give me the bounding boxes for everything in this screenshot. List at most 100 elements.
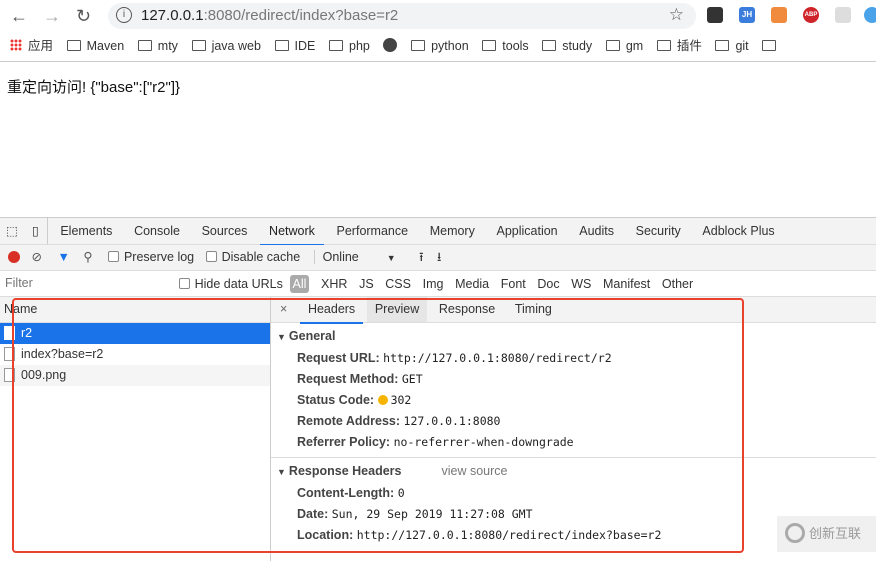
bookmark-star-icon[interactable]: ☆	[669, 5, 684, 25]
back-icon[interactable]: ←	[10, 6, 28, 27]
request-row[interactable]: index?base=r2	[0, 344, 270, 365]
filter-icon[interactable]: ▼	[57, 250, 69, 264]
folder-icon	[542, 40, 557, 51]
filter-other[interactable]: Other	[662, 271, 693, 297]
tab-performance[interactable]: Performance	[328, 218, 418, 244]
tab-headers[interactable]: Headers	[299, 297, 364, 324]
response-headers-header[interactable]: ▼ Response Headers view source	[271, 460, 876, 483]
general-header[interactable]: ▼ General	[271, 325, 876, 348]
tab-security[interactable]: Security	[627, 218, 690, 244]
close-details-icon[interactable]: ×	[271, 297, 296, 322]
bookmarks-bar: 应用 Maven mty java web IDE php python too…	[0, 32, 876, 62]
bookmark-study[interactable]: study	[542, 32, 592, 61]
view-source-link[interactable]: view source	[441, 464, 507, 478]
tab-response[interactable]: Response	[431, 297, 503, 322]
status-warning-icon	[377, 395, 388, 405]
extension-orange-icon[interactable]	[771, 7, 787, 23]
reload-icon[interactable]: ↻	[76, 6, 91, 27]
checkbox[interactable]	[205, 251, 217, 262]
header-value: Sun, 29 Sep 2019 11:27:08 GMT	[331, 507, 533, 521]
name-column-header[interactable]: Name	[0, 297, 270, 323]
search-icon[interactable]: ⚲	[83, 250, 92, 264]
filter-font[interactable]: Font	[501, 271, 526, 297]
devtools-tabs: ⬚ ▯ Elements Console Sources Network Perf…	[0, 218, 876, 246]
tab-sources[interactable]: Sources	[193, 218, 257, 244]
filter-doc[interactable]: Doc	[537, 271, 559, 297]
header-key: Status Code:	[297, 393, 375, 407]
tab-network[interactable]: Network	[260, 218, 324, 246]
clear-icon[interactable]: ⊘	[31, 250, 41, 264]
tab-preview[interactable]: Preview	[366, 297, 428, 322]
info-icon[interactable]: i	[116, 7, 132, 23]
header-key: Location:	[297, 528, 354, 542]
inspect-element-icon[interactable]: ⬚	[0, 218, 24, 244]
request-name: index?base=r2	[21, 347, 104, 361]
tab-elements[interactable]: Elements	[51, 218, 121, 244]
bookmark-maven[interactable]: Maven	[66, 32, 125, 61]
filter-js[interactable]: JS	[359, 271, 374, 297]
disable-cache-checkbox[interactable]: Disable cache	[205, 250, 300, 264]
tab-console[interactable]: Console	[125, 218, 189, 244]
general-section: ▼ General Request URL: http://127.0.0.1:8…	[271, 323, 876, 458]
bookmark-label: Maven	[86, 39, 125, 53]
checkbox[interactable]	[178, 278, 190, 289]
hide-data-urls-checkbox[interactable]: Hide data URLs	[178, 277, 283, 291]
tab-memory[interactable]: Memory	[421, 218, 484, 244]
request-row[interactable]: 009.png	[0, 365, 270, 386]
folder-icon	[656, 40, 671, 51]
qr-code-icon[interactable]	[707, 7, 723, 23]
filter-css[interactable]: CSS	[385, 271, 411, 297]
url-text[interactable]: 127.0.0.1:8080/redirect/index?base=r2	[141, 7, 398, 24]
filter-media[interactable]: Media	[455, 271, 489, 297]
bookmark-gm[interactable]: gm	[605, 32, 644, 61]
bookmark-ide[interactable]: IDE	[274, 32, 315, 61]
address-bar[interactable]: i 127.0.0.1:8080/redirect/index?base=r2 …	[108, 3, 696, 29]
extension-gray-icon[interactable]	[835, 7, 851, 23]
filter-input[interactable]	[0, 271, 165, 295]
bookmark-mty[interactable]: mty	[137, 32, 178, 61]
header-key: Content-Length:	[297, 486, 395, 500]
bookmark-tools[interactable]: tools	[482, 32, 529, 61]
extension-blue-icon[interactable]	[864, 7, 876, 23]
bookmark-label: study	[562, 39, 593, 53]
record-icon[interactable]	[8, 251, 20, 263]
checkbox[interactable]	[107, 251, 119, 262]
forward-icon[interactable]: →	[43, 6, 61, 27]
jh-extension-icon[interactable]: JH	[739, 7, 755, 23]
tab-adblock-plus[interactable]: Adblock Plus	[693, 218, 783, 244]
bookmark-label: gm	[625, 39, 644, 53]
import-har-icon[interactable]: ⭱	[419, 250, 423, 264]
browser-toolbar: ← → ↻ i 127.0.0.1:8080/redirect/index?ba…	[0, 0, 876, 32]
bookmark-python[interactable]: python	[411, 32, 469, 61]
bookmark-java-web[interactable]: java web	[191, 32, 261, 61]
bookmark-folder[interactable]	[762, 32, 782, 61]
tab-audits[interactable]: Audits	[570, 218, 623, 244]
header-key: Request URL:	[297, 351, 380, 365]
request-url-row: Request URL: http://127.0.0.1:8080/redir…	[271, 348, 876, 369]
folder-icon	[605, 40, 620, 51]
tab-timing[interactable]: Timing	[507, 297, 560, 322]
tab-application[interactable]: Application	[487, 218, 566, 244]
filter-ws[interactable]: WS	[571, 271, 591, 297]
bookmark-git[interactable]: git	[715, 32, 749, 61]
bookmark-label: tools	[502, 39, 529, 53]
export-har-icon[interactable]: ⭳	[437, 250, 441, 264]
bookmark-php[interactable]: php	[329, 32, 370, 61]
filter-xhr[interactable]: XHR	[321, 271, 347, 297]
request-row[interactable]: r2	[0, 323, 270, 344]
request-name: 009.png	[21, 368, 67, 382]
filter-all[interactable]: All	[289, 275, 310, 293]
remote-address-row: Remote Address: 127.0.0.1:8080	[271, 411, 876, 432]
bookmark-label: 应用	[28, 39, 54, 53]
filter-img[interactable]: Img	[423, 271, 444, 297]
adblock-plus-icon[interactable]: ABP	[803, 7, 819, 23]
throttling-select[interactable]: Online ▼	[313, 250, 396, 264]
filter-manifest[interactable]: Manifest	[603, 271, 650, 297]
bookmark-plugins[interactable]: 插件	[656, 32, 702, 61]
device-toolbar-icon[interactable]: ▯	[24, 218, 48, 244]
header-value: 127.0.0.1:8080	[403, 414, 501, 428]
bookmark-label: java web	[211, 39, 261, 53]
bookmark-apps[interactable]: 应用	[10, 32, 53, 61]
bookmark-globe[interactable]	[383, 32, 398, 61]
preserve-log-checkbox[interactable]: Preserve log	[107, 250, 194, 264]
